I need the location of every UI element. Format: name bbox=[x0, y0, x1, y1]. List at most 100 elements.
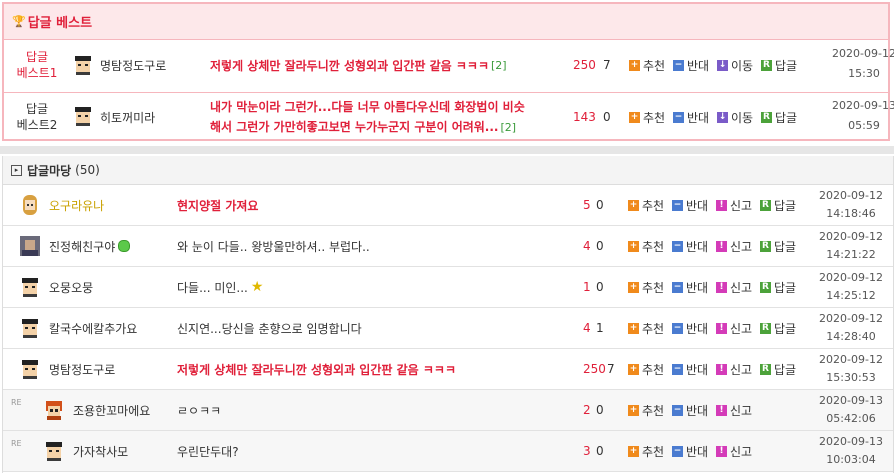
recommend-button[interactable]: + 추천 bbox=[627, 431, 664, 471]
nickname[interactable]: 조용한꼬마에요 bbox=[73, 390, 150, 430]
nickname[interactable]: 명탐정도구로 bbox=[49, 349, 115, 389]
nested-reply-row: RE 가자착사모 우린단두대? 3 0 + 추천 − 반대! 신고 2020-09-13 10:03:… bbox=[3, 431, 893, 472]
nickname[interactable]: 진정해친구야 bbox=[49, 226, 131, 266]
minus-icon: − bbox=[672, 322, 683, 334]
star-icon: ★ bbox=[250, 279, 264, 295]
report-button[interactable]: ! 신고 bbox=[715, 226, 752, 266]
down-count: 7 bbox=[607, 362, 615, 376]
up-count: 4 bbox=[583, 321, 591, 335]
down-count: 1 bbox=[596, 321, 604, 335]
recommend-button[interactable]: + 추천 bbox=[627, 185, 664, 225]
oppose-button[interactable]: − 반대 bbox=[672, 40, 709, 90]
reply-content[interactable]: 신지연...당신을 춘향으로 임명합니다 bbox=[177, 308, 362, 348]
plus-icon: + bbox=[628, 322, 639, 334]
report-icon: ! bbox=[716, 404, 727, 416]
reply-indent-icon: RE bbox=[11, 398, 22, 407]
report-icon: ! bbox=[716, 281, 727, 293]
recommend-button[interactable]: + 추천 bbox=[628, 93, 665, 141]
minus-icon: − bbox=[672, 445, 683, 457]
report-icon: ! bbox=[716, 363, 727, 375]
reply-content[interactable]: 와 눈이 다들.. 왕방울만하셔.. 부럽다.. bbox=[177, 226, 370, 266]
nickname[interactable]: 칼국수에칼추가요 bbox=[49, 308, 137, 348]
reply-content[interactable]: ㄹㅇㅋㅋ bbox=[177, 390, 221, 430]
avatar[interactable] bbox=[19, 235, 41, 257]
reply-board-title: 답글마당 bbox=[27, 163, 72, 178]
report-button[interactable]: ! 신고 bbox=[715, 390, 752, 430]
nickname[interactable]: 가자착사모 bbox=[73, 431, 128, 471]
reply-row: 오뭉오뭉 다들... 미인... ★ 1 0 + 추천 − 반대! 신고 R 답글 2020-09-12… bbox=[3, 267, 893, 308]
nickname[interactable]: 명탐정도구로 bbox=[100, 40, 166, 90]
down-count: 0 bbox=[596, 198, 604, 212]
nickname[interactable]: 오뭉오뭉 bbox=[49, 267, 93, 307]
reply-content[interactable]: 다들... 미인... ★ bbox=[177, 267, 263, 307]
best-row: 답글 베스트2 히토꺼미라 내가 막눈이라 그런가...다들 너무 아름다우신데 … bbox=[4, 93, 894, 141]
arrow-down-icon: ↓ bbox=[717, 59, 728, 71]
oppose-button[interactable]: − 반대 bbox=[671, 226, 708, 266]
plus-icon: + bbox=[628, 240, 639, 252]
reply-icon: R bbox=[760, 363, 771, 375]
report-icon: ! bbox=[716, 322, 727, 334]
oppose-button[interactable]: − 반대 bbox=[671, 349, 708, 389]
move-button[interactable]: ↓ 이동 bbox=[716, 93, 753, 141]
nickname[interactable]: 오구라유나 bbox=[49, 185, 104, 225]
timestamp: 2020-09-12 14:21:22 bbox=[819, 230, 883, 261]
reply-content[interactable]: 현지양절 가져요 bbox=[177, 185, 258, 225]
reply-button[interactable]: R 답글 bbox=[759, 349, 796, 389]
reply-button[interactable]: R 답글 bbox=[760, 40, 797, 90]
oppose-button[interactable]: − 반대 bbox=[672, 93, 709, 141]
move-button[interactable]: ↓ 이동 bbox=[716, 40, 753, 90]
reply-button[interactable]: R 답글 bbox=[759, 308, 796, 348]
report-button[interactable]: ! 신고 bbox=[715, 308, 752, 348]
oppose-button[interactable]: − 반대 bbox=[671, 185, 708, 225]
oppose-button[interactable]: − 반대 bbox=[671, 267, 708, 307]
comment-count: [2] bbox=[491, 58, 507, 72]
oppose-button[interactable]: − 반대 bbox=[671, 390, 708, 430]
up-count: 4 bbox=[583, 239, 591, 253]
report-button[interactable]: ! 신고 bbox=[715, 349, 752, 389]
reply-button[interactable]: R 답글 bbox=[759, 267, 796, 307]
reply-button[interactable]: R 답글 bbox=[760, 93, 797, 141]
collapse-icon[interactable]: ▸ bbox=[11, 164, 22, 176]
recommend-button[interactable]: + 추천 bbox=[627, 308, 664, 348]
avatar[interactable] bbox=[43, 440, 65, 462]
reply-content[interactable]: 내가 막눈이라 그런가...다들 너무 아름다우신데 화장법이 비슷 해서 그런… bbox=[210, 97, 525, 138]
recommend-button[interactable]: + 추천 bbox=[628, 40, 665, 90]
avatar[interactable] bbox=[72, 105, 94, 127]
report-icon: ! bbox=[716, 445, 727, 457]
timestamp: 2020-09-12 15:30 bbox=[832, 47, 894, 80]
minus-icon: − bbox=[672, 363, 683, 375]
report-button[interactable]: ! 신고 bbox=[715, 267, 752, 307]
reply-button[interactable]: R 답글 bbox=[759, 226, 796, 266]
report-button[interactable]: ! 신고 bbox=[715, 431, 752, 471]
avatar[interactable] bbox=[19, 276, 41, 298]
minus-icon: − bbox=[672, 281, 683, 293]
reply-row: 진정해친구야 와 눈이 다들.. 왕방울만하셔.. 부럽다.. 4 0 + 추천 − 반대! 신… bbox=[3, 226, 893, 267]
nickname[interactable]: 히토꺼미라 bbox=[100, 93, 155, 141]
avatar[interactable] bbox=[19, 194, 41, 216]
reply-content[interactable]: 저렇게 상체만 잘라두니깐 성형외과 입간판 같음 ㅋㅋㅋ [2] bbox=[210, 40, 507, 90]
plus-icon: + bbox=[629, 111, 640, 123]
reply-content[interactable]: 우린단두대? bbox=[177, 431, 239, 471]
recommend-button[interactable]: + 추천 bbox=[627, 390, 664, 430]
plus-icon: + bbox=[629, 59, 640, 71]
avatar[interactable] bbox=[19, 317, 41, 339]
nested-reply-row: RE 조용한꼬마에요 ㄹㅇㅋㅋ 2 0 + 추천 − 반대! 신고 2020-09-13 05:42:… bbox=[3, 390, 893, 431]
oppose-button[interactable]: − 반대 bbox=[671, 308, 708, 348]
up-count: 1 bbox=[583, 280, 591, 294]
best-row: 답글 베스트1 명탐정도구로 저렇게 상체만 잘라두니깐 성형외과 입간판 같음 … bbox=[4, 40, 894, 90]
section-separator bbox=[0, 146, 894, 154]
reply-board-panel: ▸ 답글마당 (50) 오구라유나 현지양절 가져요 5 0 + 추천 − 반대! 신고 R 답글 2… bbox=[2, 156, 894, 473]
reply-content[interactable]: 저렇게 상체만 잘라두니깐 성형외과 입간판 같음 ㅋㅋㅋ bbox=[177, 349, 456, 389]
oppose-button[interactable]: − 반대 bbox=[671, 431, 708, 471]
down-count: 0 bbox=[596, 280, 604, 294]
recommend-button[interactable]: + 추천 bbox=[627, 349, 664, 389]
minus-icon: − bbox=[672, 240, 683, 252]
reply-icon: R bbox=[761, 59, 772, 71]
recommend-button[interactable]: + 추천 bbox=[627, 226, 664, 266]
report-button[interactable]: ! 신고 bbox=[715, 185, 752, 225]
avatar[interactable] bbox=[72, 54, 94, 76]
avatar[interactable] bbox=[43, 399, 65, 421]
reply-button[interactable]: R 답글 bbox=[759, 185, 796, 225]
avatar[interactable] bbox=[19, 358, 41, 380]
recommend-button[interactable]: + 추천 bbox=[627, 267, 664, 307]
